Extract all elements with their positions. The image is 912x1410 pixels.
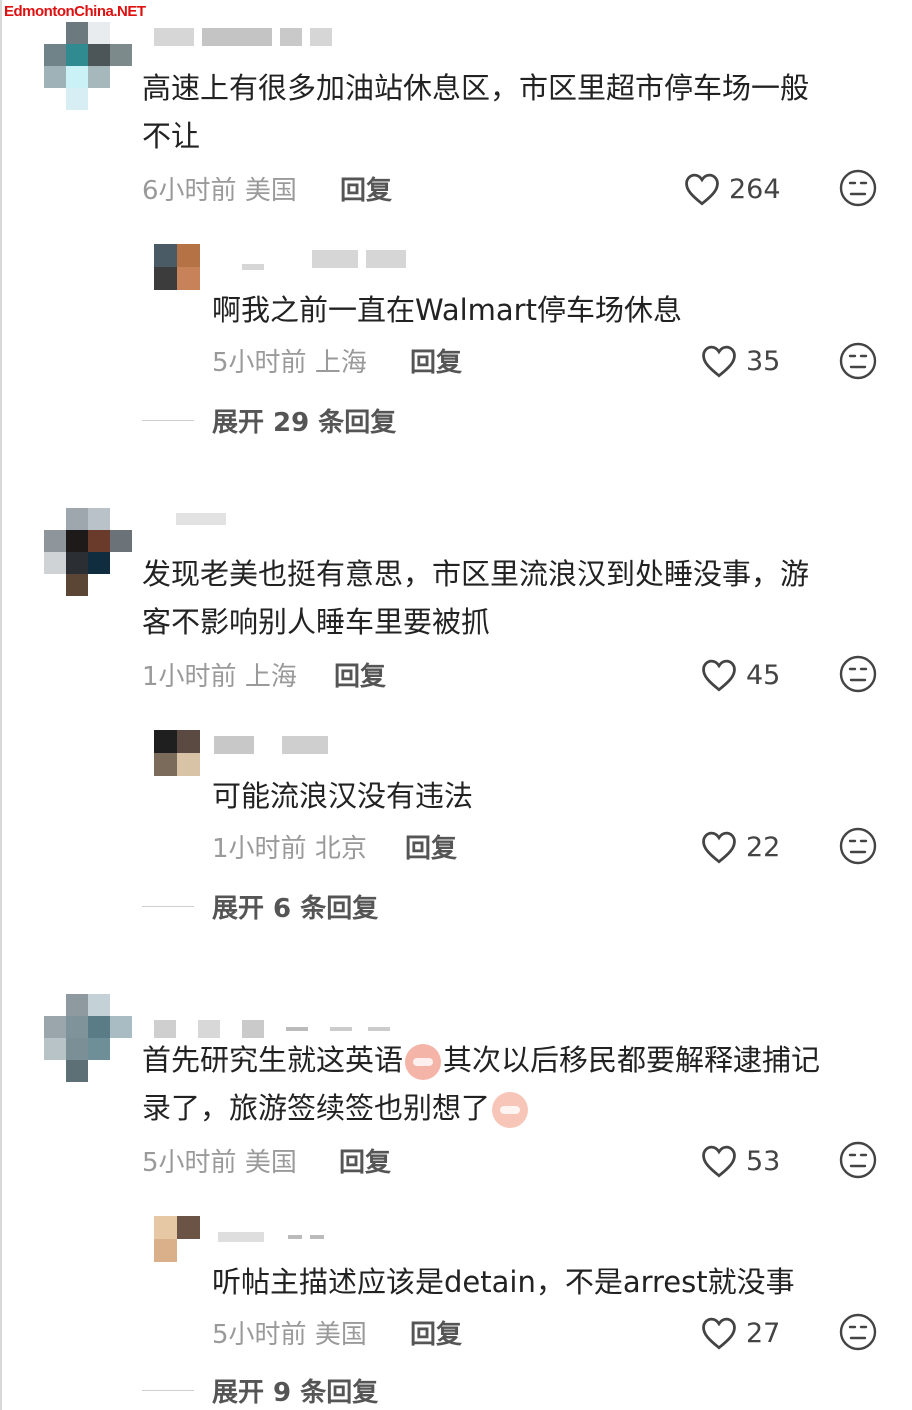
comment-text: 首先研究生就这英语 其次以后移民都要解释逮捕记 录了，旅游签续签也别想了 [142, 1036, 820, 1132]
like-button[interactable]: 22 [700, 830, 780, 864]
avatar[interactable] [44, 994, 132, 1082]
like-button[interactable]: 264 [683, 172, 781, 206]
like-button[interactable]: 53 [700, 1144, 780, 1178]
reply-meta: 5小时前 上海 [212, 348, 367, 378]
neutral-face-icon[interactable] [838, 1312, 878, 1352]
left-border [0, 0, 2, 1410]
divider-line [142, 420, 194, 421]
neutral-face-icon[interactable] [838, 826, 878, 866]
username-redacted[interactable] [176, 508, 226, 530]
like-count: 264 [729, 173, 781, 205]
reply-meta: 5小时前 美国 [212, 1320, 367, 1350]
divider-line [142, 906, 194, 907]
reply-avatar[interactable] [154, 244, 200, 290]
like-count: 35 [746, 345, 781, 377]
heart-outline-icon [702, 831, 736, 864]
neutral-face-icon[interactable] [838, 1140, 878, 1180]
expand-replies-label: 展开 6 条回复 [212, 894, 379, 924]
reply-username-redacted[interactable] [242, 248, 406, 270]
expand-replies-button[interactable]: 展开 6 条回复 [142, 888, 378, 925]
expand-replies-button[interactable]: 展开 29 条回复 [142, 402, 396, 439]
reply-username-redacted[interactable] [218, 1226, 324, 1248]
comment-meta: 6小时前 美国 [142, 176, 297, 206]
crying-face-emoji [405, 1044, 442, 1080]
reply-button[interactable]: 回复 [405, 828, 457, 865]
like-count: 22 [746, 831, 781, 863]
reply-button[interactable]: 回复 [340, 170, 392, 207]
heart-outline-icon [702, 659, 736, 692]
reply-avatar[interactable] [154, 730, 200, 776]
comment-text: 发现老美也挺有意思，市区里流浪汉到处睡没事，游 客不影响别人睡车里要被抓 [142, 557, 810, 639]
like-count: 53 [746, 1145, 781, 1177]
username-redacted[interactable] [154, 26, 332, 48]
reply-button[interactable]: 回复 [334, 656, 386, 693]
watermark: EdmontonChina.NET [4, 3, 146, 20]
expand-replies-label: 展开 29 条回复 [212, 408, 397, 438]
avatar[interactable] [44, 508, 132, 596]
like-button[interactable]: 27 [700, 1316, 780, 1350]
avatar[interactable] [44, 22, 132, 110]
sweating-face-emoji [492, 1092, 529, 1128]
reply-avatar[interactable] [154, 1216, 200, 1262]
reply-button[interactable]: 回复 [410, 1314, 462, 1351]
neutral-face-icon[interactable] [838, 341, 878, 381]
comment-text: 高速上有很多加油站休息区，市区里超市停车场一般 不让 [142, 71, 810, 153]
like-button[interactable]: 45 [700, 658, 780, 692]
reply-text: 啊我之前一直在Walmart停车场休息 [212, 293, 682, 327]
reply-button[interactable]: 回复 [339, 1142, 391, 1179]
reply-meta: 1小时前 北京 [212, 834, 367, 864]
like-count: 27 [746, 1317, 781, 1349]
heart-outline-icon [702, 1145, 736, 1178]
heart-outline-icon [702, 345, 736, 378]
heart-outline-icon [702, 1317, 736, 1350]
reply-text: 听帖主描述应该是detain，不是arrest就没事 [212, 1265, 795, 1299]
comment-meta: 5小时前 美国 [142, 1148, 297, 1178]
divider-line [142, 1390, 194, 1391]
expand-replies-label: 展开 9 条回复 [212, 1378, 379, 1408]
like-count: 45 [746, 659, 781, 691]
neutral-face-icon[interactable] [838, 168, 878, 208]
like-button[interactable]: 35 [700, 344, 780, 378]
reply-button[interactable]: 回复 [410, 342, 462, 379]
comment-meta: 1小时前 上海 [142, 662, 297, 692]
heart-outline-icon [685, 173, 719, 206]
reply-text: 可能流浪汉没有违法 [212, 779, 474, 813]
neutral-face-icon[interactable] [838, 654, 878, 694]
reply-username-redacted[interactable] [214, 734, 328, 756]
expand-replies-button[interactable]: 展开 9 条回复 [142, 1372, 378, 1409]
